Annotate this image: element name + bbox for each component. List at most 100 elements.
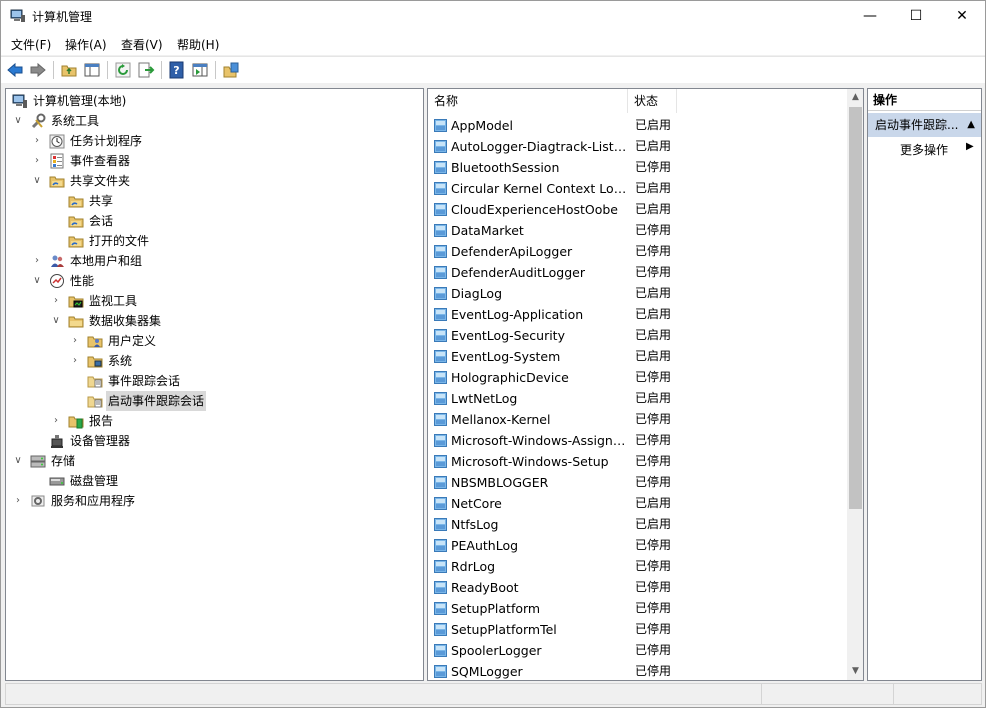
properties-icon[interactable] bbox=[222, 61, 240, 79]
table-row[interactable]: NtfsLog 已启用 bbox=[428, 514, 848, 535]
session-name: SetupPlatformTel bbox=[451, 622, 557, 637]
trace-session-icon bbox=[434, 497, 447, 510]
chevron-down-icon[interactable]: ∨ bbox=[31, 171, 43, 191]
close-button[interactable]: ✕ bbox=[939, 1, 985, 31]
session-name: NBSMBLOGGER bbox=[451, 475, 549, 490]
toolbar-separator bbox=[107, 61, 108, 79]
list-vertical-scrollbar[interactable]: ▲ ▼ bbox=[847, 89, 863, 680]
chevron-right-icon[interactable]: › bbox=[31, 251, 43, 271]
chevron-right-icon[interactable]: › bbox=[69, 351, 81, 371]
services-icon bbox=[31, 495, 45, 507]
table-row[interactable]: AppModel 已启用 bbox=[428, 115, 848, 136]
chevron-right-icon[interactable]: › bbox=[50, 291, 62, 311]
chevron-down-icon[interactable]: ∨ bbox=[50, 311, 62, 331]
tree-node-label: 系统 bbox=[108, 354, 133, 368]
trace-session-icon bbox=[434, 119, 447, 132]
maximize-button[interactable]: ☐ bbox=[893, 1, 939, 31]
session-status: 已停用 bbox=[635, 433, 672, 447]
scroll-up-arrow-icon[interactable]: ▲ bbox=[847, 89, 863, 106]
table-row[interactable]: EventLog-Application 已启用 bbox=[428, 304, 848, 325]
forward-arrow-icon[interactable] bbox=[29, 61, 47, 79]
chevron-down-icon[interactable]: ∨ bbox=[12, 451, 24, 471]
table-row[interactable]: HolographicDevice 已停用 bbox=[428, 367, 848, 388]
trace-session-list-pane[interactable]: 名称 状态 AppModel 已启用 AutoLogger-Diagtrack-Li… bbox=[427, 88, 864, 681]
more-actions-link[interactable]: 更多操作 bbox=[900, 141, 948, 158]
table-row[interactable]: DiagLog 已启用 bbox=[428, 283, 848, 304]
session-name: Microsoft-Windows-Setup bbox=[451, 454, 609, 469]
toolbar-separator bbox=[215, 61, 216, 79]
table-row[interactable]: RdrLog 已停用 bbox=[428, 556, 848, 577]
session-name: EventLog-Security bbox=[451, 328, 565, 343]
session-status: 已启用 bbox=[635, 286, 672, 300]
chevron-right-icon[interactable]: ▶ bbox=[966, 141, 974, 152]
trace-session-icon bbox=[434, 287, 447, 300]
table-row[interactable]: Mellanox-Kernel 已停用 bbox=[428, 409, 848, 430]
report-folder-icon bbox=[68, 416, 84, 429]
status-bar bbox=[5, 683, 982, 705]
toolbar: ? bbox=[1, 56, 985, 83]
show-action-pane-icon[interactable] bbox=[191, 61, 209, 79]
table-row[interactable]: PEAuthLog 已停用 bbox=[428, 535, 848, 556]
session-name: RdrLog bbox=[451, 559, 496, 574]
table-row[interactable]: ReadyBoot 已停用 bbox=[428, 577, 848, 598]
chevron-right-icon[interactable]: › bbox=[50, 411, 62, 431]
menu-file[interactable]: 文件(F) bbox=[11, 36, 51, 53]
menu-help[interactable]: 帮助(H) bbox=[177, 36, 219, 53]
performance-icon bbox=[50, 274, 64, 288]
session-name: ReadyBoot bbox=[451, 580, 519, 595]
menu-view[interactable]: 查看(V) bbox=[121, 36, 163, 53]
tree-node-label: 打开的文件 bbox=[89, 234, 150, 248]
table-row[interactable]: DefenderApiLogger 已停用 bbox=[428, 241, 848, 262]
event-viewer-icon bbox=[50, 153, 64, 169]
table-row[interactable]: DefenderAuditLogger 已停用 bbox=[428, 262, 848, 283]
tree-node-label: 存储 bbox=[51, 454, 76, 468]
session-name: PEAuthLog bbox=[451, 538, 519, 553]
actions-selected-item[interactable]: 启动事件跟踪... ▲ bbox=[868, 113, 981, 137]
session-status: 已启用 bbox=[635, 118, 672, 132]
chevron-down-icon[interactable]: ∨ bbox=[31, 271, 43, 291]
refresh-icon[interactable] bbox=[114, 61, 132, 79]
disk-icon bbox=[49, 477, 65, 486]
session-status: 已停用 bbox=[635, 601, 672, 615]
table-row[interactable]: NBSMBLOGGER 已停用 bbox=[428, 472, 848, 493]
show-tree-icon[interactable] bbox=[83, 61, 101, 79]
column-header-status[interactable]: 状态 bbox=[628, 89, 677, 113]
session-name: DefenderApiLogger bbox=[451, 244, 573, 259]
table-row[interactable]: SetupPlatform 已停用 bbox=[428, 598, 848, 619]
table-row[interactable]: Circular Kernel Context Logger 已启用 bbox=[428, 178, 848, 199]
minimize-button[interactable]: — bbox=[847, 1, 893, 31]
table-row[interactable]: EventLog-Security 已启用 bbox=[428, 325, 848, 346]
tree-node-label: 任务计划程序 bbox=[70, 134, 143, 148]
collapse-up-icon[interactable]: ▲ bbox=[967, 113, 975, 137]
navigation-tree-pane[interactable]: 计算机管理(本地) ∨ 系统工具 › 任务计划程序 › 事件查看器 ∨ 共享文件夹 共享 会话 打开的… bbox=[5, 88, 424, 681]
status-separator bbox=[893, 684, 894, 704]
table-row[interactable]: BluetoothSession 已停用 bbox=[428, 157, 848, 178]
chevron-right-icon[interactable]: › bbox=[31, 151, 43, 171]
table-row[interactable]: DataMarket 已停用 bbox=[428, 220, 848, 241]
table-row[interactable]: NetCore 已启用 bbox=[428, 493, 848, 514]
column-header-name[interactable]: 名称 bbox=[428, 89, 628, 113]
table-row[interactable]: SpoolerLogger 已停用 bbox=[428, 640, 848, 661]
table-row[interactable]: LwtNetLog 已启用 bbox=[428, 388, 848, 409]
help-icon[interactable]: ? bbox=[168, 61, 186, 79]
export-list-icon[interactable] bbox=[137, 61, 155, 79]
table-row[interactable]: SetupPlatformTel 已停用 bbox=[428, 619, 848, 640]
table-row[interactable]: Microsoft-Windows-AssignedAccess 已停用 bbox=[428, 430, 848, 451]
chevron-right-icon[interactable]: › bbox=[12, 491, 24, 511]
table-row[interactable]: AutoLogger-Diagtrack-Listener 已启用 bbox=[428, 136, 848, 157]
title-bar: 计算机管理 — ☐ ✕ bbox=[1, 1, 985, 31]
tree-node-label: 启动事件跟踪会话 bbox=[106, 391, 207, 411]
chevron-right-icon[interactable]: › bbox=[69, 331, 81, 351]
up-folder-icon[interactable] bbox=[60, 61, 78, 79]
chevron-down-icon[interactable]: ∨ bbox=[12, 111, 24, 131]
chevron-right-icon[interactable]: › bbox=[31, 131, 43, 151]
session-status: 已停用 bbox=[635, 643, 672, 657]
back-arrow-icon[interactable] bbox=[6, 61, 24, 79]
table-row[interactable]: SQMLogger 已停用 bbox=[428, 661, 848, 680]
scroll-thumb[interactable] bbox=[849, 107, 862, 509]
table-row[interactable]: EventLog-System 已启用 bbox=[428, 346, 848, 367]
scroll-down-arrow-icon[interactable]: ▼ bbox=[847, 663, 863, 680]
table-row[interactable]: CloudExperienceHostOobe 已启用 bbox=[428, 199, 848, 220]
table-row[interactable]: Microsoft-Windows-Setup 已停用 bbox=[428, 451, 848, 472]
menu-action[interactable]: 操作(A) bbox=[65, 36, 107, 53]
